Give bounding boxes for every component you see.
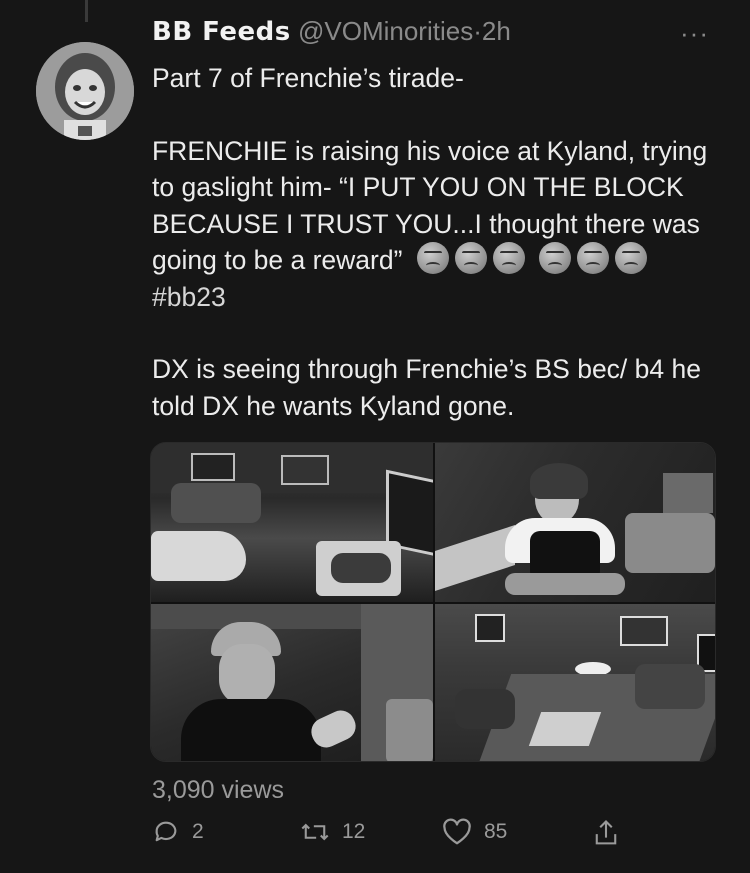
retweet-button[interactable]: 12 (300, 818, 365, 846)
angry-face-icon (455, 242, 488, 274)
like-icon (443, 818, 471, 845)
angry-face-icon (576, 242, 609, 274)
share-button[interactable] (592, 818, 632, 848)
reply-icon (155, 821, 177, 842)
media-image-4[interactable] (435, 604, 715, 761)
thread-line (85, 0, 88, 22)
like-count: 85 (484, 820, 508, 843)
display-name[interactable]: BB Feeds (152, 17, 291, 47)
tweet-paragraph-3: DX is seeing through Frenchie’s BS bec/ … (152, 354, 701, 421)
tweet-paragraph-2: FRENCHIE is raising his voice at Kyland,… (152, 133, 727, 316)
reply-button[interactable]: 2 (152, 818, 204, 846)
angry-face-icon (538, 242, 571, 274)
retweet-icon (301, 823, 329, 841)
angry-face-icon (417, 242, 450, 274)
user-handle[interactable]: @VOMinorities (298, 16, 473, 46)
media-image-3[interactable] (151, 604, 433, 761)
tweet-text: Part 7 of Frenchie’s tirade- FRENCHIE is… (152, 60, 727, 424)
media-image-2[interactable] (435, 443, 715, 602)
angry-face-icon (614, 242, 647, 274)
tweet-line-1: Part 7 of Frenchie’s tirade- (152, 63, 464, 93)
avatar-illustration (36, 42, 134, 140)
angry-face-icon (493, 242, 526, 274)
avatar[interactable] (36, 42, 134, 140)
tweet-header: BB Feeds @VOMinorities·2h (152, 16, 511, 47)
more-icon[interactable]: ··· (680, 18, 709, 49)
retweet-count: 12 (342, 820, 366, 843)
separator-dot: · (473, 16, 482, 46)
share-icon (595, 819, 617, 845)
media-image-1[interactable] (151, 443, 433, 602)
reply-count: 2 (192, 820, 204, 843)
action-bar: 2 12 85 (152, 818, 622, 858)
timestamp[interactable]: 2h (482, 16, 511, 46)
hashtag-link[interactable]: #bb23 (152, 282, 226, 312)
view-count: 3,090 views (152, 776, 285, 804)
like-button[interactable]: 85 (442, 818, 507, 846)
media-grid[interactable] (150, 442, 716, 762)
